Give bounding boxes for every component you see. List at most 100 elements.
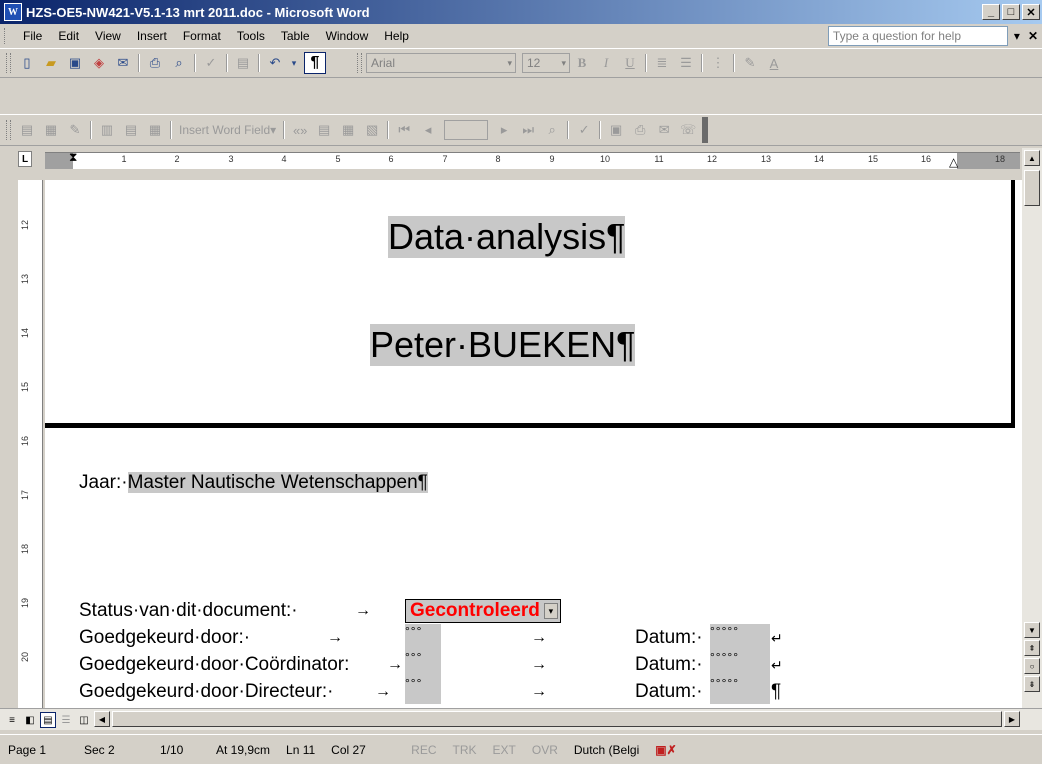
- insert-greeting-icon[interactable]: ▤: [121, 120, 141, 140]
- status-dropdown[interactable]: Gecontroleerd ▾: [405, 599, 561, 623]
- match-fields-icon[interactable]: ▦: [338, 120, 358, 140]
- print-preview-icon[interactable]: ⌕: [169, 53, 189, 73]
- font-color-icon[interactable]: A: [764, 53, 784, 73]
- last-record-icon[interactable]: ⏭: [518, 120, 538, 140]
- scroll-right-icon[interactable]: ▶: [1004, 711, 1020, 727]
- minimize-button[interactable]: _: [982, 4, 1000, 20]
- indent-marker-icon[interactable]: ⧗: [69, 150, 77, 165]
- horizontal-ruler[interactable]: L 1 2 3 4 5 6 7 8 9 10 11 12 13 14 15 16…: [0, 148, 1042, 172]
- merge-to-printer-icon[interactable]: ⎙: [630, 120, 650, 140]
- save-icon[interactable]: ▣: [65, 53, 85, 73]
- status-language[interactable]: Dutch (Belgi: [566, 743, 647, 757]
- numbering-icon[interactable]: ⋮: [708, 53, 728, 73]
- menu-grip[interactable]: [4, 28, 9, 44]
- close-button[interactable]: ✕: [1022, 4, 1040, 20]
- word-app-icon[interactable]: W: [4, 3, 22, 21]
- scroll-up-icon[interactable]: ▲: [1024, 150, 1040, 166]
- year-line[interactable]: Jaar:·Master Nautische Wetenschappen¶: [79, 472, 428, 494]
- menu-edit[interactable]: Edit: [50, 29, 87, 43]
- toolbar-grip[interactable]: [357, 53, 362, 73]
- highlight-fields-icon[interactable]: ▤: [314, 120, 334, 140]
- status-trk[interactable]: TRK: [445, 743, 485, 757]
- document-page[interactable]: Data·analysis¶ Peter·BUEKEN¶ Jaar:·Maste…: [45, 180, 1022, 708]
- main-document-icon[interactable]: ▤: [17, 120, 37, 140]
- record-number-input[interactable]: [444, 120, 489, 140]
- menu-format[interactable]: Format: [175, 29, 229, 43]
- status-ext[interactable]: EXT: [485, 743, 524, 757]
- scroll-down-icon[interactable]: ▼: [1024, 622, 1040, 638]
- insert-word-field-menu[interactable]: Insert Word Field: [179, 123, 270, 137]
- status-rec[interactable]: REC: [403, 743, 444, 757]
- recipients-icon[interactable]: ✎: [65, 120, 85, 140]
- insert-address-block-icon[interactable]: ▥: [97, 120, 117, 140]
- underline-icon[interactable]: U: [620, 53, 640, 73]
- scroll-thumb[interactable]: [1024, 170, 1040, 206]
- check-errors-icon[interactable]: ✓: [574, 120, 594, 140]
- close-document-button[interactable]: ✕: [1028, 29, 1038, 43]
- toolbar-grip[interactable]: [6, 53, 11, 73]
- reading-layout-view-icon[interactable]: ◫: [76, 712, 92, 728]
- web-layout-view-icon[interactable]: ◧: [22, 712, 38, 728]
- italic-icon[interactable]: I: [596, 53, 616, 73]
- status-ovr[interactable]: OVR: [524, 743, 566, 757]
- email-icon[interactable]: ✉: [113, 53, 133, 73]
- status-position[interactable]: At 19,9cm: [208, 743, 278, 757]
- status-line[interactable]: Ln 11: [278, 743, 323, 757]
- open-folder-icon[interactable]: ▰: [41, 53, 61, 73]
- previous-record-icon[interactable]: ◂: [418, 120, 438, 140]
- toolbar-grip[interactable]: [6, 120, 11, 140]
- open-data-source-icon[interactable]: ▦: [41, 120, 61, 140]
- approved-director-field[interactable]: °°°: [405, 676, 441, 704]
- merge-to-fax-icon[interactable]: ☏: [678, 120, 698, 140]
- print-icon[interactable]: ⎙: [145, 53, 165, 73]
- select-browse-object-icon[interactable]: ○: [1024, 658, 1040, 674]
- print-layout-view-icon[interactable]: ▤: [40, 712, 56, 728]
- propagate-labels-icon[interactable]: ▧: [362, 120, 382, 140]
- next-record-icon[interactable]: ▸: [494, 120, 514, 140]
- menu-tools[interactable]: Tools: [229, 29, 273, 43]
- tab-selector-button[interactable]: L: [18, 151, 32, 167]
- menu-insert[interactable]: Insert: [129, 29, 175, 43]
- menu-window[interactable]: Window: [318, 29, 377, 43]
- status-page-count[interactable]: 1/10: [152, 743, 208, 757]
- find-entry-icon[interactable]: ⌕: [542, 120, 562, 140]
- chevron-down-icon[interactable]: ▾: [543, 603, 558, 619]
- normal-view-icon[interactable]: ≡: [4, 712, 20, 728]
- toolbar-options-icon[interactable]: [702, 117, 709, 143]
- scroll-left-icon[interactable]: ◀: [94, 711, 110, 727]
- menu-table[interactable]: Table: [273, 29, 318, 43]
- status-section[interactable]: Sec 2: [76, 743, 152, 757]
- status-page[interactable]: Page 1: [0, 743, 76, 757]
- horizontal-scrollbar[interactable]: ≡ ◧ ▤ ☰ ◫ ◀ ▶: [0, 708, 1042, 730]
- date-field[interactable]: °°°°°: [710, 624, 770, 650]
- date-field[interactable]: °°°°°: [710, 676, 770, 704]
- spelling-icon[interactable]: ✓: [201, 53, 221, 73]
- vertical-ruler[interactable]: 12 13 14 15 16 17 18 19 20: [18, 180, 43, 708]
- approved-by-field[interactable]: °°°: [405, 624, 441, 650]
- status-column[interactable]: Col 27: [323, 743, 403, 757]
- next-page-icon[interactable]: ⇟: [1024, 676, 1040, 692]
- permission-icon[interactable]: ◈: [89, 53, 109, 73]
- date-field[interactable]: °°°°°: [710, 650, 770, 676]
- help-search-input[interactable]: Type a question for help: [827, 26, 1008, 46]
- doc-author[interactable]: Peter·BUEKEN¶: [370, 324, 636, 366]
- merge-to-document-icon[interactable]: ▣: [606, 120, 626, 140]
- outline-view-icon[interactable]: ☰: [58, 712, 74, 728]
- previous-page-icon[interactable]: ⇞: [1024, 640, 1040, 656]
- highlight-icon[interactable]: ✎: [740, 53, 760, 73]
- help-dropdown-icon[interactable]: ▾: [1014, 29, 1020, 43]
- undo-icon[interactable]: ↶: [265, 53, 285, 73]
- align-justify-icon[interactable]: ≣: [652, 53, 672, 73]
- font-size-select[interactable]: 12 ▾: [522, 53, 570, 73]
- year-value-field[interactable]: Master Nautische Wetenschappen¶: [127, 472, 428, 493]
- show-hide-marks-button[interactable]: ¶: [304, 52, 326, 74]
- paste-icon[interactable]: ▤: [233, 53, 253, 73]
- menu-file[interactable]: File: [15, 29, 50, 43]
- doc-title[interactable]: Data·analysis¶: [388, 216, 626, 258]
- first-record-icon[interactable]: ⏮: [394, 120, 414, 140]
- line-spacing-icon[interactable]: ☰: [676, 53, 696, 73]
- view-merged-data-icon[interactable]: «»: [290, 120, 310, 140]
- horizontal-scroll-thumb[interactable]: [112, 711, 1002, 727]
- insert-merge-field-icon[interactable]: ▦: [145, 120, 165, 140]
- vertical-scrollbar[interactable]: ▲ ▼ ⇞ ○ ⇟: [1022, 148, 1042, 708]
